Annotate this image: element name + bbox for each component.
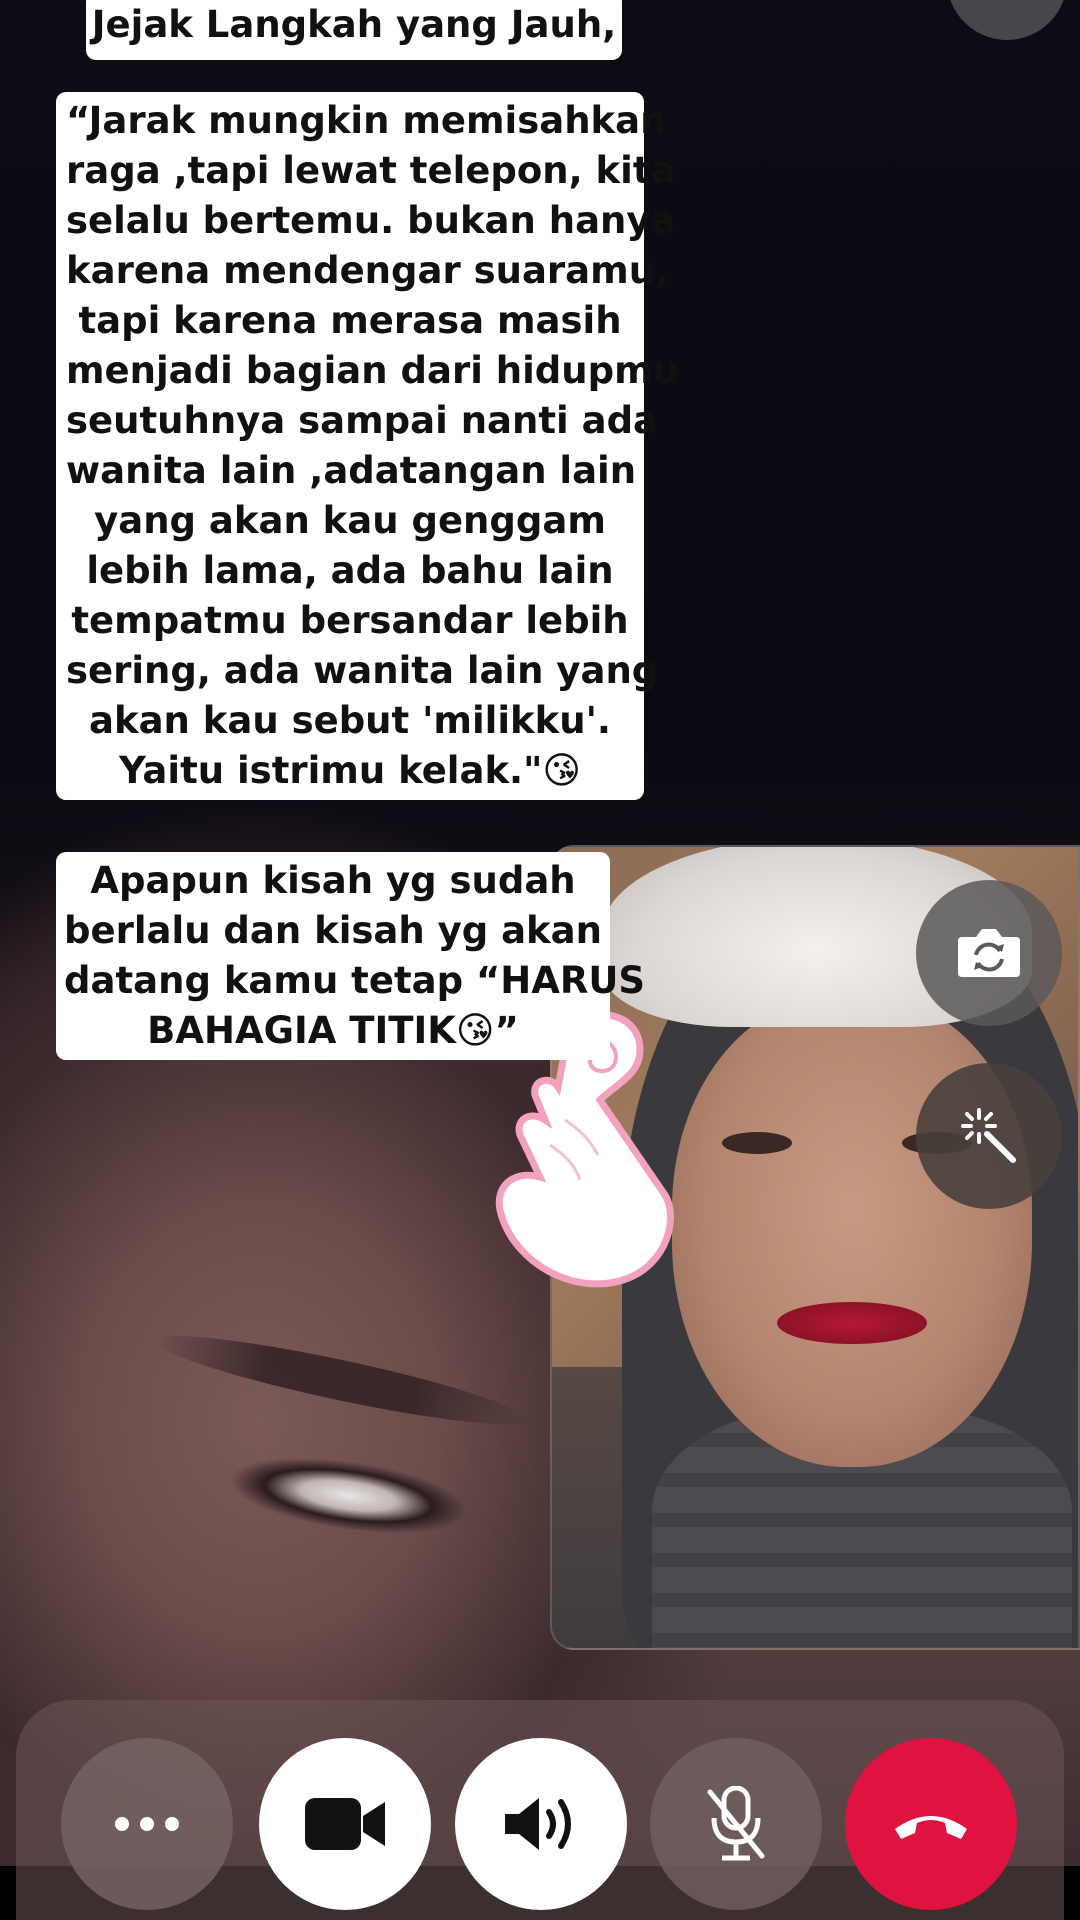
quote-line: tempatmu bersandar lebih — [71, 599, 629, 642]
quote-line: menjadi bagian dari hidupmu — [66, 349, 679, 392]
quote-line: yang akan kau genggam — [94, 499, 606, 542]
quote-line: tapi karena merasa masih — [78, 299, 622, 342]
quote-line: “Jarak mungkin memisahkan — [66, 99, 667, 142]
speaker-button[interactable] — [455, 1738, 627, 1910]
caption-ending: Apapun kisah yg sudah berlalu dan kisah … — [56, 852, 646, 1060]
caption-quote: “Jarak mungkin memisahkan raga ,tapi lew… — [56, 92, 679, 800]
more-options-icon — [115, 1817, 179, 1831]
quote-line: akan kau sebut 'milikku'. — [89, 699, 611, 742]
camera-flip-icon — [958, 929, 1020, 977]
mute-button[interactable] — [650, 1738, 822, 1910]
end-call-icon — [895, 1816, 967, 1839]
quote-line: selalu bertemu. bukan hanya — [66, 199, 676, 242]
microphone-muted-icon — [707, 1786, 765, 1861]
flip-camera-button[interactable] — [916, 880, 1062, 1026]
quote-line: seutuhnya sampai nanti ada — [66, 399, 659, 442]
ending-line: berlalu dan kisah yg akan — [64, 909, 602, 952]
magic-wand-icon — [961, 1108, 1016, 1163]
quote-line: sering, ada wanita lain yang — [66, 649, 659, 692]
ending-line: Apapun kisah yg sudah — [90, 859, 576, 902]
pip-eye-left — [722, 1132, 792, 1154]
quote-line: karena mendengar suaramu, — [66, 249, 670, 292]
quote-line: lebih lama, ada bahu lain — [86, 549, 614, 592]
ending-line: datang kamu tetap “HARUS — [64, 959, 646, 1002]
ending-line: BAHAGIA TITIK😘” — [147, 1009, 519, 1052]
effects-button[interactable] — [916, 1063, 1062, 1209]
caption-title: Jejak Langkah yang Jauh, — [86, 0, 622, 60]
remote-brow — [149, 1320, 531, 1440]
quote-line: Yaitu istrimu kelak."😘 — [119, 749, 581, 792]
more-options-button[interactable] — [61, 1738, 233, 1910]
speaker-icon — [505, 1798, 571, 1850]
quote-line: raga ,tapi lewat telepon, kita — [66, 149, 676, 192]
end-call-button[interactable] — [845, 1738, 1017, 1910]
quote-line: wanita lain ,adatangan lain — [66, 449, 637, 492]
pip-lips — [777, 1302, 927, 1344]
video-camera-icon — [305, 1798, 385, 1850]
video-toggle-button[interactable] — [259, 1738, 431, 1910]
remote-eye — [195, 1420, 495, 1550]
